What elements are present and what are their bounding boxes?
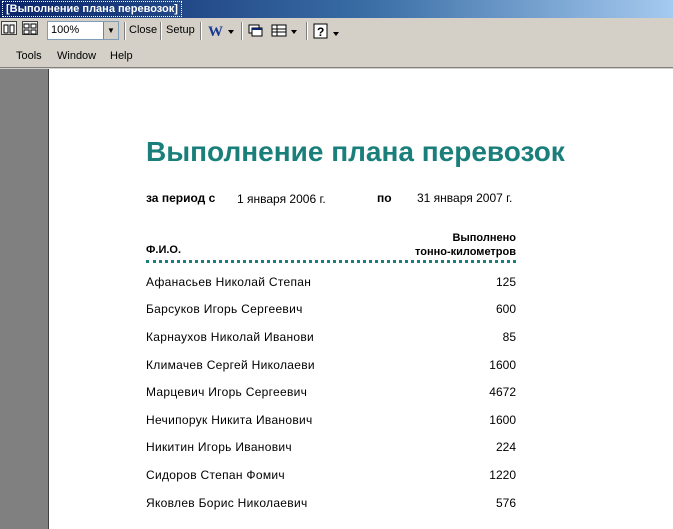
row-value: 1220 (489, 468, 516, 482)
multi-page-icon[interactable] (22, 21, 38, 35)
period-from: 1 января 2006 г. (237, 192, 326, 206)
report-title: Выполнение плана перевозок (146, 136, 565, 167)
help-button[interactable]: ? (312, 21, 342, 41)
svg-text:?: ? (317, 25, 324, 39)
row-value: 125 (495, 275, 516, 289)
left-margin (0, 69, 48, 529)
table-row: Сидоров Степан Фомич 1220 (146, 468, 516, 488)
report-page: Выполнение плана перевозок за период с 1… (48, 69, 673, 529)
row-value: 224 (495, 440, 516, 454)
table-row: Марцевич Игорь Сергеевич 4672 (146, 385, 516, 405)
window-titlebar[interactable]: [Выполнение плана перевозок] (0, 0, 673, 18)
svg-text:W: W (208, 24, 223, 40)
row-name: Афанасьев Николай Степан (146, 275, 312, 289)
toolbar-separator (160, 22, 162, 40)
row-value: 1600 (489, 358, 516, 372)
toolbar-separator (241, 22, 243, 40)
row-name: Барсуков Игорь Сергеевич (146, 302, 303, 316)
row-name: Сидоров Степан Фомич (146, 468, 285, 482)
row-name: Марцевич Игорь Сергеевич (146, 385, 308, 399)
row-name: Нечипорук Никита Иванович (146, 413, 313, 427)
toolbar: 100% ▼ Close Setup W ? (0, 18, 673, 44)
menu-tools[interactable]: Tools (16, 48, 42, 64)
row-name: Климачев Сергей Николаеви (146, 358, 315, 372)
row-value: 576 (495, 496, 516, 510)
column-header-done-line1: Выполнено (452, 232, 516, 244)
table-row: Климачев Сергей Николаеви 1600 (146, 358, 516, 378)
menu-help[interactable]: Help (110, 48, 133, 64)
table-row: Афанасьев Николай Степан 125 (146, 275, 516, 295)
row-value: 600 (495, 302, 516, 316)
row-name: Яковлев Борис Николаевич (146, 496, 308, 510)
header-divider (146, 260, 516, 264)
setup-button[interactable]: Setup (166, 22, 195, 38)
toolbar-separator (124, 22, 126, 40)
period-label: за период с (146, 191, 216, 205)
single-page-icon[interactable] (1, 21, 17, 35)
table-row: Карнаухов Николай Иванови 85 (146, 330, 516, 350)
toolbar-separator (306, 22, 308, 40)
grid-layout-button[interactable] (270, 21, 300, 41)
table-row: Яковлев Борис Николаевич 576 (146, 496, 516, 516)
period-to-label: по (377, 191, 392, 205)
period-to: 31 января 2007 г. (417, 191, 513, 205)
column-header-fio: Ф.И.О. (146, 244, 182, 256)
menu-bar: Tools Window Help (0, 44, 673, 68)
table-row: Нечипорук Никита Иванович 1600 (146, 413, 516, 433)
row-name: Карнаухов Николай Иванови (146, 330, 315, 344)
table-row: Барсуков Игорь Сергеевич 600 (146, 302, 516, 322)
zoom-value: 100% (51, 24, 80, 36)
chevron-down-icon[interactable]: ▼ (103, 22, 118, 39)
menu-window[interactable]: Window (57, 48, 96, 64)
window-title: [Выполнение плана перевозок] (2, 1, 182, 17)
zoom-select[interactable]: 100% ▼ (47, 21, 119, 40)
row-value: 4672 (489, 385, 516, 399)
row-name: Никитин Игорь Иванович (146, 440, 292, 454)
table-row: Никитин Игорь Иванович 224 (146, 440, 516, 460)
windows-icon[interactable] (247, 21, 265, 41)
row-value: 85 (502, 330, 516, 344)
column-header-done: Выполнено тонно-километров (366, 231, 516, 259)
word-export-button[interactable]: W (206, 21, 236, 41)
row-value: 1600 (489, 413, 516, 427)
close-button[interactable]: Close (129, 22, 157, 38)
preview-area[interactable]: Выполнение плана перевозок за период с 1… (0, 69, 673, 529)
toolbar-separator (200, 22, 202, 40)
column-header-done-line2: тонно-километров (414, 246, 516, 258)
